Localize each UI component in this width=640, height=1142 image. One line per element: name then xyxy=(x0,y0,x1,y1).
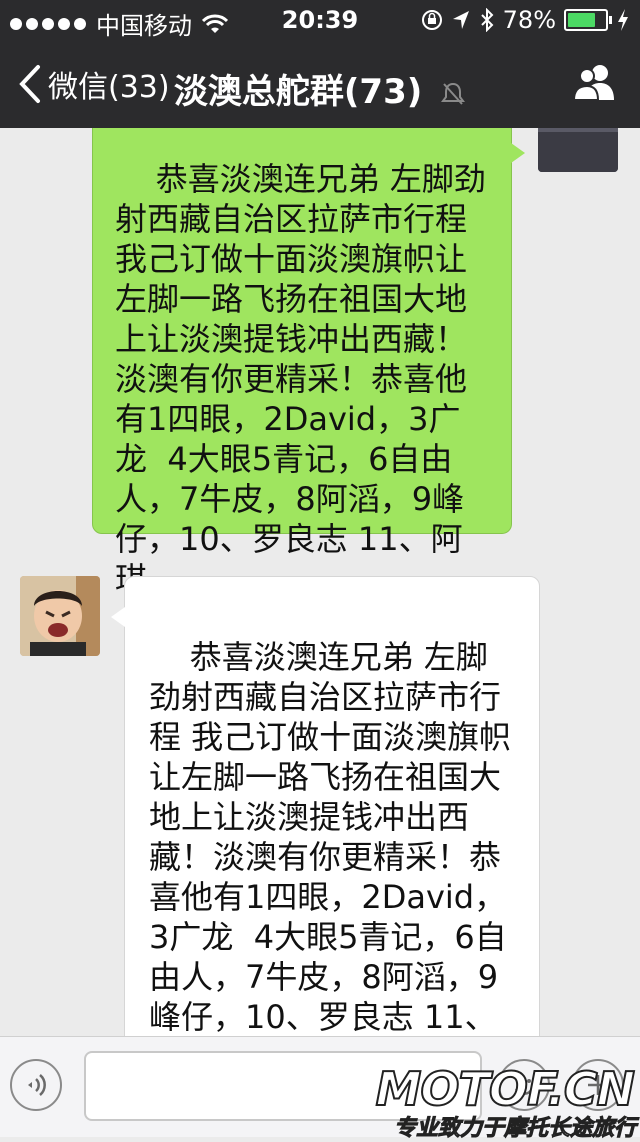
input-bar xyxy=(0,1036,640,1137)
nav-bar: 微信(33) 淡澳总舵群(73) xyxy=(0,40,640,128)
contacts-icon[interactable] xyxy=(572,62,618,102)
message-bubble-sent[interactable]: 恭喜淡澳连兄弟 左脚劲射西藏自治区拉萨市行程 我己订做十面淡澳旗帜让左脚一路飞扬… xyxy=(92,128,525,598)
battery-percent: 78% xyxy=(502,6,556,34)
message-text: 恭喜淡澳连兄弟 左脚劲射西藏自治区拉萨市行程 我己订做十面淡澳旗帜让左脚一路飞扬… xyxy=(115,160,486,598)
avatar[interactable] xyxy=(538,128,618,172)
status-bar: 中国移动 20:39 78% xyxy=(0,0,640,40)
bluetooth-icon xyxy=(480,8,494,32)
battery-level xyxy=(568,13,596,27)
more-button[interactable] xyxy=(572,1059,624,1111)
message-bubble-received[interactable]: 恭喜淡澳连兄弟 左脚劲射西藏自治区拉萨市行程 我己订做十面淡澳旗帜让左脚一路飞扬… xyxy=(111,576,540,1036)
message-text: 恭喜淡澳连兄弟 左脚劲射西藏自治区拉萨市行程 我己订做十面淡澳旗帜让左脚一路飞扬… xyxy=(149,638,512,1036)
user-avatar-photo xyxy=(20,576,100,656)
battery-icon xyxy=(564,9,612,31)
emoji-button[interactable] xyxy=(498,1059,550,1111)
message-input[interactable] xyxy=(84,1051,482,1121)
avatar[interactable] xyxy=(20,576,100,656)
rotation-lock-icon xyxy=(421,10,442,30)
user-avatar-photo xyxy=(538,128,618,172)
chat-message-list[interactable]: 恭喜淡澳连兄弟 左脚劲射西藏自治区拉萨市行程 我己订做十面淡澳旗帜让左脚一路飞扬… xyxy=(0,128,640,1036)
voice-button[interactable] xyxy=(10,1059,62,1111)
chat-title-text: 淡澳总舵群(73) xyxy=(173,72,423,112)
mute-bell-icon xyxy=(441,82,466,105)
charging-icon xyxy=(618,9,628,31)
voice-icon xyxy=(28,1074,46,1096)
location-arrow-icon xyxy=(452,11,469,29)
plus-icon xyxy=(588,1075,608,1095)
status-right: 78% xyxy=(421,6,630,34)
chat-title: 淡澳总舵群(73) xyxy=(0,64,640,113)
emoji-icon xyxy=(514,1079,534,1096)
